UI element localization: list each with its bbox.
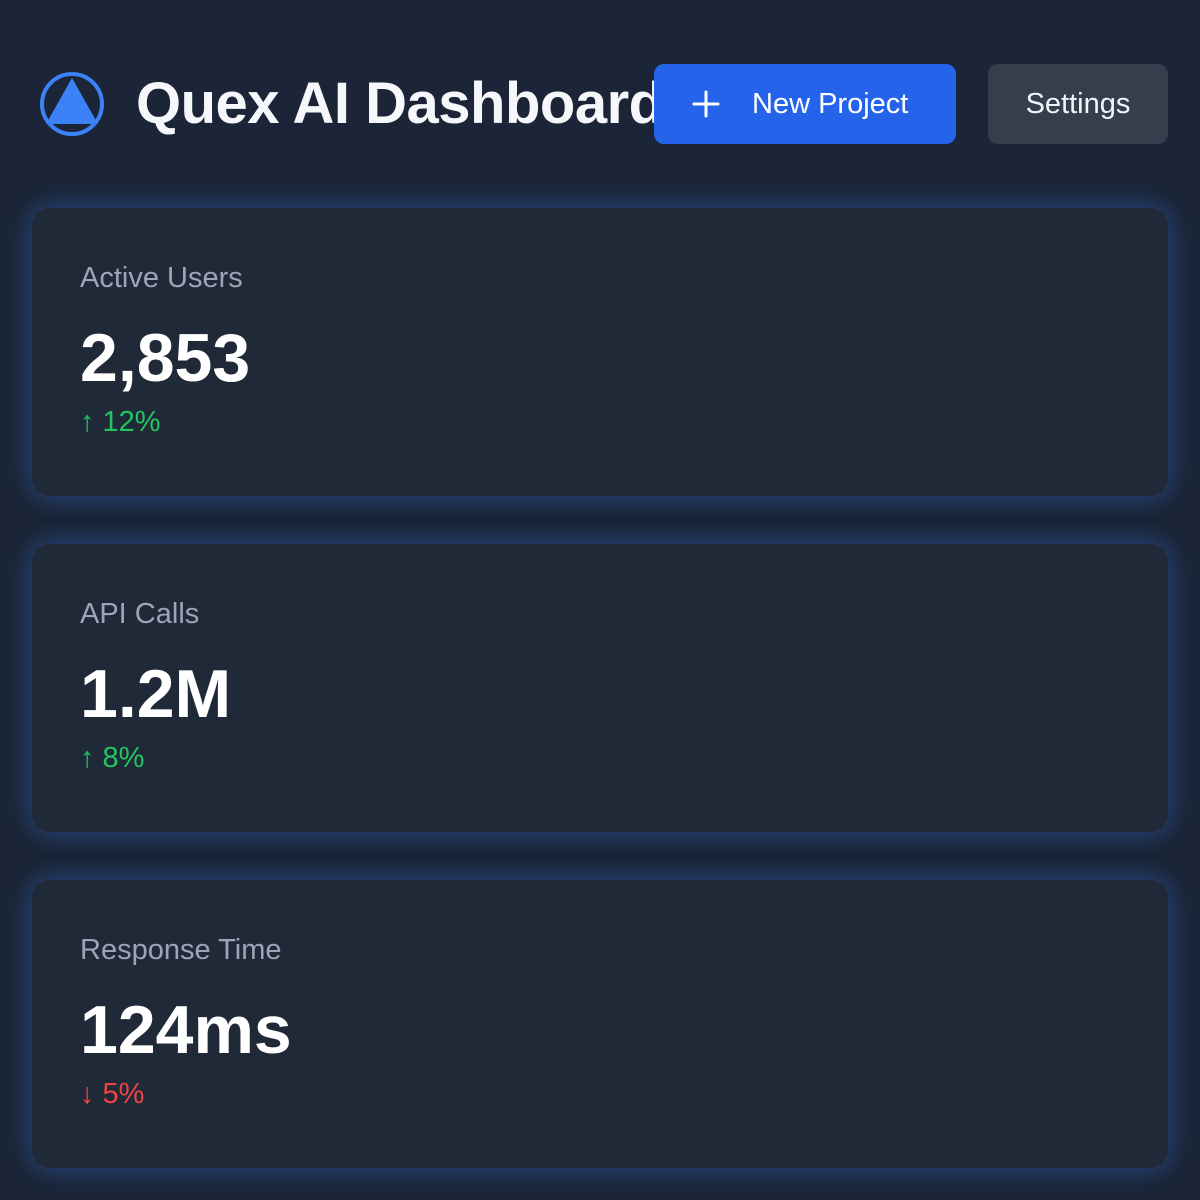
- logo-icon: [40, 72, 104, 136]
- arrow-down-icon: ↓: [80, 1078, 95, 1110]
- metric-value: 124ms: [80, 992, 292, 1068]
- metric-label: Active Users: [80, 262, 243, 294]
- arrow-up-icon: ↑: [80, 742, 95, 774]
- metric-change-value: 12%: [102, 406, 161, 438]
- metric-change: ↑ 12%: [80, 404, 161, 440]
- new-project-label: New Project: [752, 88, 909, 120]
- settings-button[interactable]: Settings: [988, 64, 1168, 144]
- metric-value: 1.2M: [80, 656, 232, 732]
- metric-change-value: 5%: [102, 1078, 145, 1110]
- arrow-up-icon: ↑: [80, 406, 95, 438]
- metric-card-api-calls: API Calls 1.2M ↑ 8%: [32, 544, 1168, 832]
- new-project-button[interactable]: New Project: [654, 64, 956, 144]
- metric-label: Response Time: [80, 934, 282, 966]
- metric-label: API Calls: [80, 598, 200, 630]
- plus-icon: [692, 90, 720, 118]
- metric-change: ↑ 8%: [80, 740, 144, 776]
- metric-change: ↓ 5%: [80, 1076, 144, 1112]
- metric-change-value: 8%: [102, 742, 145, 774]
- metric-card-response-time: Response Time 124ms ↓ 5%: [32, 880, 1168, 1168]
- metric-card-active-users: Active Users 2,853 ↑ 12%: [32, 208, 1168, 496]
- metric-value: 2,853: [80, 320, 251, 396]
- header: Quex AI Dashboard New Project Settings: [0, 0, 1200, 200]
- app-title: Quex AI Dashboard: [136, 71, 664, 136]
